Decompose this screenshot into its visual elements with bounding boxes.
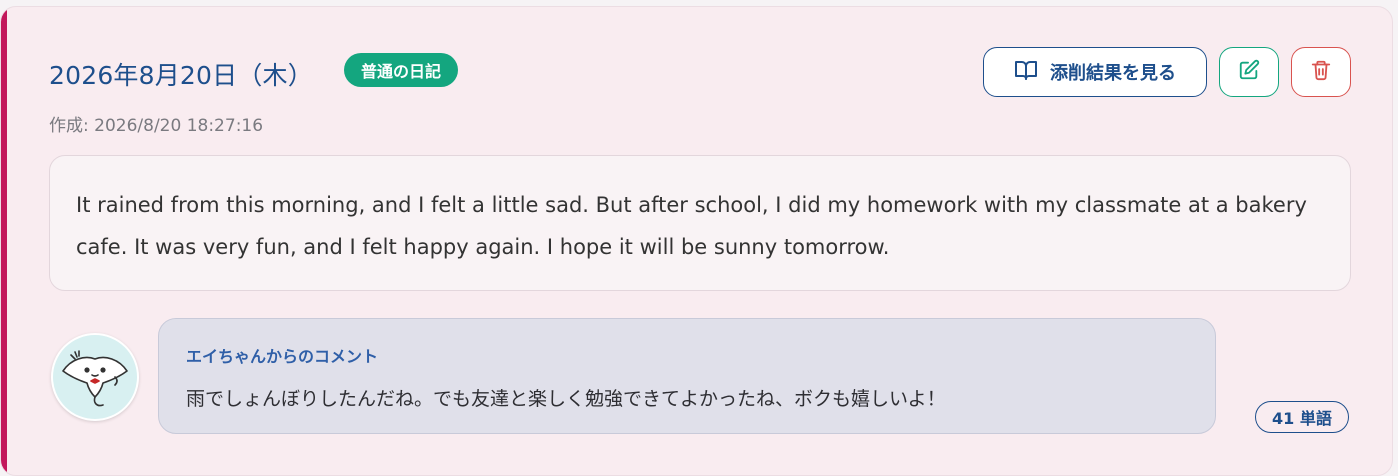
accent-bar	[1, 7, 7, 475]
word-count-badge: 41 単語	[1255, 401, 1349, 433]
created-timestamp: 作成: 2026/8/20 18:27:16	[49, 116, 264, 136]
comment-author: エイちゃんからのコメント	[186, 347, 379, 366]
edit-icon	[1238, 59, 1260, 85]
view-review-button[interactable]: 添削結果を見る	[983, 47, 1207, 97]
diary-body: It rained from this morning, and I felt …	[49, 155, 1351, 291]
comment-box: エイちゃんからのコメント 雨でしょんぼりしたんだね。でも友達と楽しく勉強できてよ…	[158, 318, 1216, 434]
diary-entry-card: 2026年8月20日（木） 普通の日記 作成: 2026/8/20 18:27:…	[0, 6, 1393, 476]
delete-button[interactable]	[1291, 47, 1351, 97]
view-review-label: 添削結果を見る	[1050, 63, 1176, 84]
trash-icon	[1310, 59, 1332, 85]
edit-button[interactable]	[1219, 47, 1279, 97]
entry-date: 2026年8月20日（木）	[49, 61, 313, 90]
commenter-avatar	[51, 333, 139, 421]
comment-text: 雨でしょんぼりしたんだね。でも友達と楽しく勉強できてよかったね、ボクも嬉しいよ！	[186, 388, 946, 410]
manta-ray-mascot-icon	[57, 337, 133, 417]
entry-type-badge: 普通の日記	[344, 53, 459, 87]
book-open-icon	[1014, 58, 1038, 87]
